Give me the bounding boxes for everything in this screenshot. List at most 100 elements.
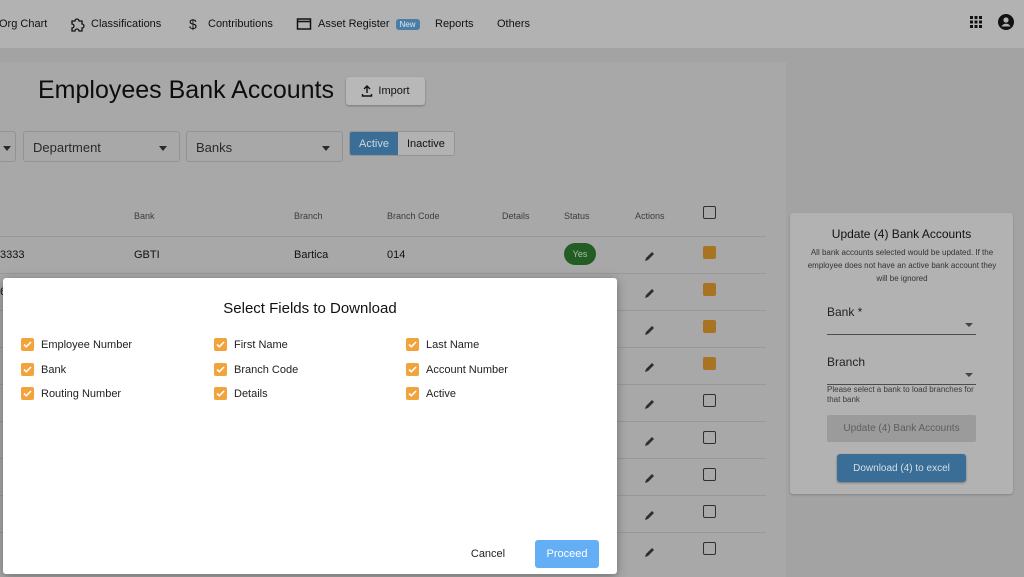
column-header-status: Status (564, 211, 590, 221)
checkbox-checked-icon[interactable] (406, 363, 419, 376)
field-option-active[interactable]: Active (406, 387, 456, 400)
nav-classifications-label: Classifications (91, 18, 162, 30)
column-header-details: Details (502, 211, 530, 221)
chevron-down-icon (965, 373, 973, 377)
field-option-label: First Name (234, 338, 288, 351)
nav-others[interactable]: Others (497, 14, 530, 34)
row-checkbox[interactable] (703, 505, 716, 518)
bank-cell: GBTI (134, 249, 160, 261)
field-option-label: Active (426, 387, 456, 400)
field-option-label: Last Name (426, 338, 480, 351)
import-button[interactable]: Import (346, 77, 425, 105)
bank-select[interactable]: Bank * (827, 305, 976, 335)
field-option-label: Employee Number (41, 338, 133, 351)
branch-cell: Bartica (294, 249, 329, 261)
edit-icon[interactable] (644, 472, 656, 484)
row-checkbox[interactable] (703, 394, 716, 407)
nav-reports[interactable]: Reports (435, 14, 474, 34)
field-option-label: Branch Code (234, 363, 299, 376)
dialog-title: Select Fields to Download (223, 300, 397, 317)
edit-icon[interactable] (644, 435, 656, 447)
checkbox-checked-icon[interactable] (214, 363, 227, 376)
new-badge: New (395, 18, 420, 30)
edit-icon[interactable] (644, 361, 656, 373)
active-toggle-button[interactable]: Active (350, 132, 398, 155)
nav-org-chart-label: Org Chart (0, 18, 48, 30)
dollar-icon: $ (189, 16, 197, 32)
banks-select-label: Banks (196, 140, 233, 155)
edit-icon[interactable] (644, 509, 656, 521)
row-checkbox[interactable] (703, 357, 716, 370)
side-panel-note: All bank accounts selected would be upda… (807, 248, 997, 283)
branch-select[interactable]: Branch (827, 355, 976, 385)
row-checkbox[interactable] (703, 283, 716, 296)
field-option-first-name[interactable]: First Name (214, 338, 288, 351)
checkbox-checked-icon[interactable] (21, 363, 34, 376)
select-fields-dialog: Select Fields to Download Employee Numbe… (3, 278, 617, 574)
select-all-checkbox[interactable] (703, 206, 716, 219)
nav-org-chart[interactable]: Org Chart (0, 14, 47, 34)
account-icon[interactable] (997, 13, 1015, 31)
row-checkbox[interactable] (703, 320, 716, 333)
status-toggle: Active Inactive (349, 131, 455, 156)
chevron-down-icon (159, 146, 167, 151)
nav-contributions-label: Contributions (208, 18, 273, 30)
download-to-excel-button[interactable]: Download (4) to excel (837, 454, 966, 482)
asset-register-icon (296, 18, 312, 30)
row-checkbox[interactable] (703, 246, 716, 259)
update-bank-accounts-card: Update (4) Bank Accounts All bank accoun… (790, 213, 1013, 494)
field-option-label: Account Number (426, 363, 508, 376)
department-select[interactable]: Department (23, 131, 180, 162)
nav-asset-register[interactable]: Asset Register New (296, 14, 420, 34)
column-header-bank: Bank (134, 211, 155, 221)
bank-select-label: Bank * (827, 305, 863, 319)
edit-icon[interactable] (644, 398, 656, 410)
field-option-employee-number[interactable]: Employee Number (21, 338, 132, 351)
apps-grid-icon[interactable] (967, 13, 985, 31)
top-navigation-bar: Org Chart Classifications $ Contribution… (0, 0, 1024, 48)
branch-hint: Please select a bank to load branches fo… (827, 385, 974, 404)
row-checkbox[interactable] (703, 468, 716, 481)
column-header-branch: Branch (294, 211, 323, 221)
row-divider (0, 236, 766, 237)
checkbox-checked-icon[interactable] (406, 338, 419, 351)
inactive-toggle-button[interactable]: Inactive (397, 132, 454, 155)
checkbox-checked-icon[interactable] (406, 387, 419, 400)
chevron-down-icon (322, 146, 330, 151)
update-bank-accounts-button[interactable]: Update (4) Bank Accounts (827, 415, 976, 442)
nav-contributions[interactable]: $ Contributions (186, 14, 273, 34)
column-header-actions: Actions (635, 211, 665, 221)
row-checkbox[interactable] (703, 542, 716, 555)
edit-icon[interactable] (644, 546, 656, 558)
field-option-label: Routing Number (41, 387, 122, 400)
row-checkbox[interactable] (703, 431, 716, 444)
banks-select[interactable]: Banks (186, 131, 343, 162)
department-select-label: Department (33, 140, 101, 155)
field-option-bank[interactable]: Bank (21, 363, 66, 376)
field-option-label: Bank (41, 363, 67, 376)
field-option-label: Details (234, 387, 268, 400)
checkbox-checked-icon[interactable] (214, 387, 227, 400)
nav-classifications[interactable]: Classifications (69, 14, 161, 34)
edit-icon[interactable] (644, 324, 656, 336)
field-option-branch-code[interactable]: Branch Code (214, 363, 298, 376)
checkbox-checked-icon[interactable] (21, 387, 34, 400)
field-option-account-number[interactable]: Account Number (406, 363, 508, 376)
field-option-last-name[interactable]: Last Name (406, 338, 479, 351)
proceed-button[interactable]: Proceed (535, 540, 599, 568)
checkbox-checked-icon[interactable] (21, 338, 34, 351)
partial-filter-select[interactable] (0, 131, 16, 162)
column-header-branch-code: Branch Code (387, 211, 440, 221)
checkbox-checked-icon[interactable] (214, 338, 227, 351)
branch-code-cell: 014 (387, 249, 406, 261)
side-panel-title: Update (4) Bank Accounts (831, 227, 972, 241)
field-option-routing-number[interactable]: Routing Number (21, 387, 121, 400)
nav-others-label: Others (497, 18, 531, 30)
edit-icon[interactable] (644, 287, 656, 299)
upload-icon (362, 85, 373, 97)
page-title: Employees Bank Accounts (38, 76, 334, 104)
nav-asset-register-label: Asset Register (318, 18, 390, 30)
field-option-details[interactable]: Details (214, 387, 268, 400)
cancel-button[interactable]: Cancel (461, 540, 515, 568)
edit-icon[interactable] (644, 250, 656, 262)
